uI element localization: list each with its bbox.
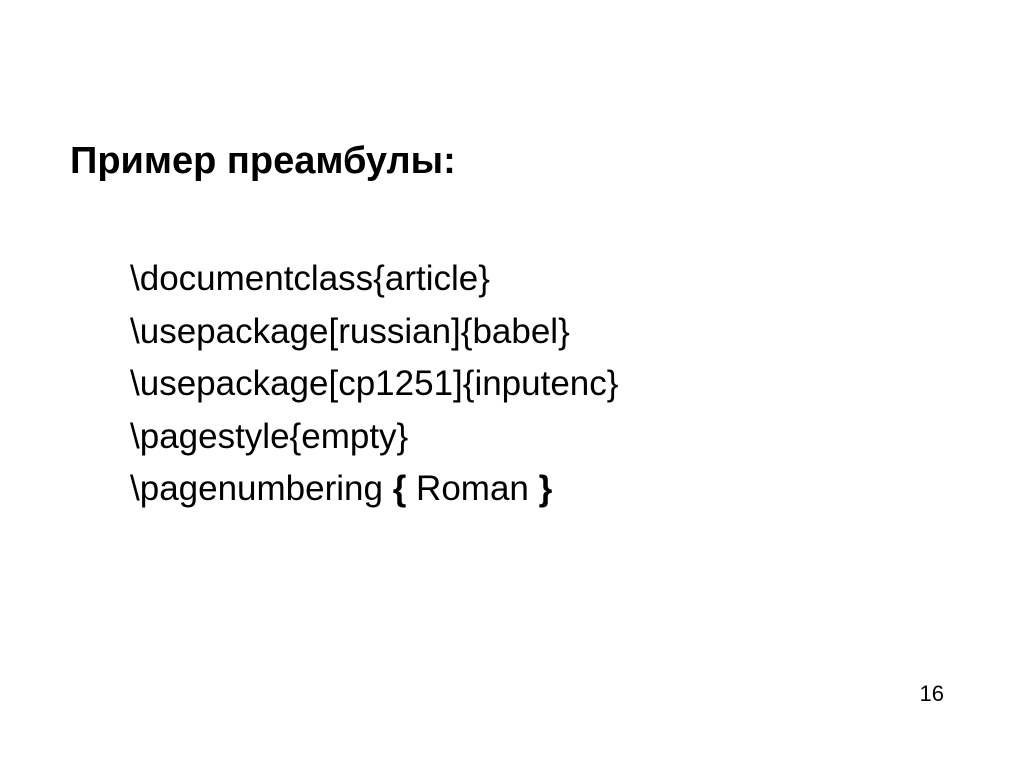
code-line-5-brace-close: } bbox=[539, 469, 553, 508]
slide-title: Пример преамбулы: bbox=[70, 140, 954, 183]
page-number: 16 bbox=[920, 681, 944, 707]
code-line-5-prefix: \pagenumbering bbox=[130, 469, 393, 508]
code-line-4: \pagestyle{empty} bbox=[130, 411, 954, 464]
code-line-3: \usepackage[cp1251]{inputenc} bbox=[130, 358, 954, 411]
code-line-1: \documentclass{article} bbox=[130, 253, 954, 306]
code-block: \documentclass{article} \usepackage[russ… bbox=[70, 253, 954, 516]
code-line-5-content: Roman bbox=[406, 469, 538, 508]
code-line-5-brace-open: { bbox=[393, 469, 407, 508]
slide-container: Пример преамбулы: \documentclass{article… bbox=[0, 0, 1024, 767]
code-line-2: \usepackage[russian]{babel} bbox=[130, 306, 954, 359]
code-line-5: \pagenumbering { Roman } bbox=[130, 463, 954, 516]
